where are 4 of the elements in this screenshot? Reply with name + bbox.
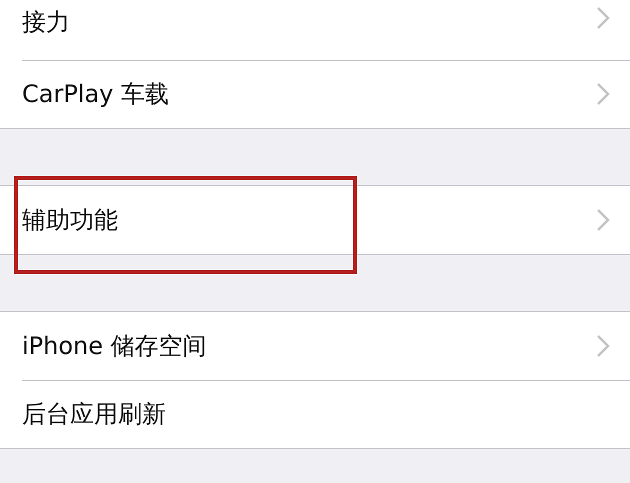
row-label[interactable]: iPhone 储存空间: [22, 330, 596, 362]
row-label[interactable]: 后台应用刷新: [22, 398, 610, 430]
row-label[interactable]: 接力: [22, 6, 596, 38]
row-label[interactable]: CarPlay 车载: [22, 78, 596, 110]
